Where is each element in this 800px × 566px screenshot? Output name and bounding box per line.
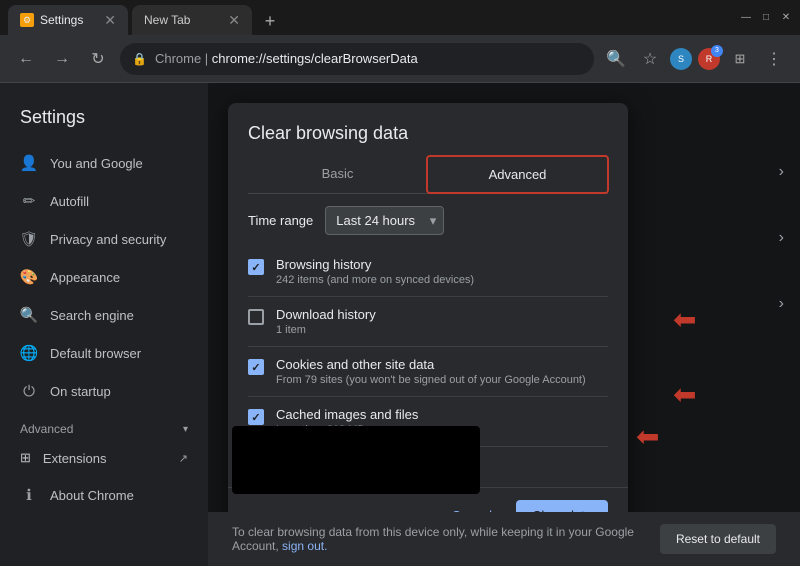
sidebar-item-about-label: About Chrome — [50, 488, 134, 503]
checkbox-browsing-history-box[interactable] — [248, 259, 264, 275]
checkbox-cached-images-box[interactable] — [248, 409, 264, 425]
checkbox-download-history: Download history 1 item — [248, 297, 608, 347]
tab-newtab[interactable]: New Tab ✕ — [132, 5, 252, 35]
back-button[interactable]: ← — [12, 45, 40, 73]
sidebar-item-autofill[interactable]: ✏ Autofill — [0, 182, 208, 220]
sidebar-item-appearance[interactable]: 🎨 Appearance — [0, 258, 208, 296]
search-engine-icon: 🔍 — [20, 306, 38, 324]
cookies-desc: From 79 sites (you won't be signed out o… — [276, 374, 608, 386]
sidebar: Settings 👤 You and Google ✏ Autofill 🛡 P… — [0, 83, 208, 566]
sidebar-item-search-label: Search engine — [50, 308, 134, 323]
browsing-history-label: Browsing history — [276, 257, 608, 272]
download-history-desc: 1 item — [276, 324, 608, 336]
sidebar-title: Settings — [0, 99, 208, 144]
sidebar-item-privacy-label: Privacy and security — [50, 232, 166, 247]
right-arrow-2: › — [779, 229, 784, 247]
external-link-icon: ↗ — [179, 452, 188, 465]
checkbox-cookies-box[interactable] — [248, 359, 264, 375]
bottom-bar: To clear browsing data from this device … — [208, 512, 800, 566]
titlebar: ⚙ Settings ✕ New Tab ✕ + — □ ✕ — [0, 0, 800, 35]
dialog-header: Clear browsing data Basic Advanced — [228, 103, 628, 194]
extensions-icon: ⊞ — [20, 450, 31, 466]
url-prefix: Chrome | chrome://settings/clearBrowserD… — [155, 51, 418, 66]
sidebar-item-autofill-label: Autofill — [50, 194, 89, 209]
sidebar-item-about[interactable]: ℹ About Chrome — [0, 476, 208, 514]
sign-out-link[interactable]: sign out. — [282, 539, 327, 553]
extension-icon-2[interactable]: R 3 — [698, 48, 720, 70]
settings-tab-icon: ⚙ — [20, 13, 34, 27]
arrow-cached: ➡ — [636, 420, 659, 453]
arrow-cookies: ➡ — [673, 378, 696, 411]
tab-newtab-close[interactable]: ✕ — [220, 12, 240, 29]
download-history-label: Download history — [276, 307, 608, 322]
sidebar-item-browser-label: Default browser — [50, 346, 141, 361]
tab-newtab-label: New Tab — [144, 13, 190, 27]
cached-images-label: Cached images and files — [276, 407, 608, 422]
autofill-icon: ✏ — [20, 192, 38, 210]
bottom-text: To clear browsing data from this device … — [232, 525, 644, 553]
sidebar-item-you-and-google-label: You and Google — [50, 156, 143, 171]
right-arrow-3: › — [779, 295, 784, 313]
sidebar-item-startup[interactable]: ⏻ On startup — [0, 372, 208, 410]
window-controls: — □ ✕ — [740, 12, 792, 24]
time-range-select[interactable]: Last hour Last 24 hours Last 7 days Last… — [325, 206, 444, 235]
tab-settings-close[interactable]: ✕ — [96, 12, 116, 29]
arrow-browsing: ➡ — [673, 303, 696, 336]
extension-icon-1[interactable]: S — [670, 48, 692, 70]
bookmark-icon[interactable]: ☆ — [636, 45, 664, 73]
tab-settings[interactable]: ⚙ Settings ✕ — [8, 5, 128, 35]
tab-settings-label: Settings — [40, 13, 83, 27]
right-arrow-1: › — [779, 163, 784, 181]
advanced-section[interactable]: Advanced ▾ — [0, 410, 208, 440]
time-range-label: Time range — [248, 213, 313, 228]
sidebar-item-startup-label: On startup — [50, 384, 111, 399]
close-button[interactable]: ✕ — [780, 12, 792, 24]
lock-icon: 🔒 — [132, 52, 147, 66]
forward-button[interactable]: → — [48, 45, 76, 73]
sidebar-item-extensions[interactable]: ⊞ Extensions ↗ — [0, 440, 208, 476]
sidebar-item-appearance-label: Appearance — [50, 270, 120, 285]
extensions-button[interactable]: ⊞ — [726, 45, 754, 73]
black-image-area — [232, 426, 480, 494]
search-icon[interactable]: 🔍 — [602, 45, 630, 73]
advanced-chevron: ▾ — [183, 424, 188, 435]
sidebar-item-extensions-label: Extensions — [43, 451, 107, 466]
time-range-row: Time range Last hour Last 24 hours Last … — [248, 206, 608, 235]
right-arrows-panel: › › › — [779, 163, 784, 313]
content-area: Clear browsing data Basic Advanced Time … — [208, 83, 800, 566]
you-google-icon: 👤 — [20, 154, 38, 172]
main-layout: Settings 👤 You and Google ✏ Autofill 🛡 P… — [0, 83, 800, 566]
minimize-button[interactable]: — — [740, 12, 752, 24]
tab-bar: ⚙ Settings ✕ New Tab ✕ + — [8, 0, 732, 35]
sidebar-item-privacy[interactable]: 🛡 Privacy and security — [0, 220, 208, 258]
menu-button[interactable]: ⋮ — [760, 45, 788, 73]
sidebar-item-you-and-google[interactable]: 👤 You and Google — [0, 144, 208, 182]
advanced-label: Advanced — [20, 422, 73, 436]
time-range-select-wrapper[interactable]: Last hour Last 24 hours Last 7 days Last… — [325, 206, 444, 235]
toolbar-icons: 🔍 ☆ S R 3 ⊞ ⋮ — [602, 45, 788, 73]
cookies-label: Cookies and other site data — [276, 357, 608, 372]
new-tab-button[interactable]: + — [256, 7, 284, 35]
sidebar-item-browser[interactable]: 🌐 Default browser — [0, 334, 208, 372]
addressbar: ← → ↻ 🔒 Chrome | chrome://settings/clear… — [0, 35, 800, 83]
privacy-icon: 🛡 — [20, 230, 38, 248]
maximize-button[interactable]: □ — [760, 12, 772, 24]
dialog-title: Clear browsing data — [248, 123, 608, 144]
checkbox-browsing-history: Browsing history 242 items (and more on … — [248, 247, 608, 297]
checkbox-cookies: Cookies and other site data From 79 site… — [248, 347, 608, 397]
browser-icon: 🌐 — [20, 344, 38, 362]
appearance-icon: 🎨 — [20, 268, 38, 286]
dialog-tabs: Basic Advanced — [248, 156, 608, 194]
checkbox-download-history-box[interactable] — [248, 309, 264, 325]
reset-to-default-button[interactable]: Reset to default — [660, 524, 776, 554]
address-bar-input[interactable]: 🔒 Chrome | chrome://settings/clearBrowse… — [120, 43, 594, 75]
sidebar-item-search[interactable]: 🔍 Search engine — [0, 296, 208, 334]
startup-icon: ⏻ — [20, 382, 38, 400]
tab-advanced[interactable]: Advanced — [426, 155, 609, 194]
browsing-history-desc: 242 items (and more on synced devices) — [276, 274, 608, 286]
refresh-button[interactable]: ↻ — [84, 45, 112, 73]
about-icon: ℹ — [20, 486, 38, 504]
tab-basic[interactable]: Basic — [248, 156, 427, 193]
ext-badge: 3 — [711, 45, 723, 57]
